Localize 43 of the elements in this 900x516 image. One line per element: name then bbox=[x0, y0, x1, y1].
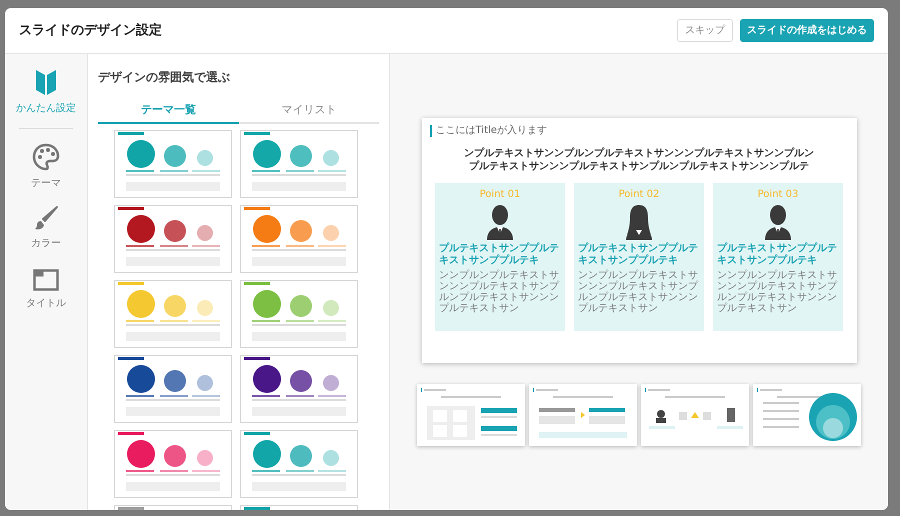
theme-thumbnail[interactable] bbox=[240, 355, 358, 423]
theme-thumbnail[interactable] bbox=[114, 205, 232, 273]
woman-icon bbox=[624, 204, 654, 240]
point-text: ンンプルンプルテキストサンンンプルテキストサンプルンプルテキストサンンンプルテキストサン bbox=[717, 270, 838, 314]
sidebar-item[interactable]: かんたん設定 bbox=[11, 68, 81, 116]
slide-headline: プルテキストサンンンプルテキストサンプルンプルテキストサンンンプルテ bbox=[469, 160, 809, 173]
slide-headline: ンプルテキストサンンプルンプルテキストサンンンプルテキストサンンプルン bbox=[464, 147, 814, 160]
man-icon bbox=[485, 204, 515, 240]
theme-thumbnail[interactable] bbox=[114, 280, 232, 348]
slide-thumbnail[interactable] bbox=[417, 384, 525, 446]
point-label: Point 01 bbox=[480, 189, 520, 201]
theme-thumbnail[interactable] bbox=[114, 130, 232, 198]
point-heading: プルテキストサンププルテキストサンププルテキ bbox=[578, 243, 699, 267]
theme-thumbnail[interactable] bbox=[240, 280, 358, 348]
sidebar-item[interactable]: タイトル bbox=[11, 251, 81, 311]
brush-icon bbox=[33, 205, 59, 231]
theme-thumbnail[interactable] bbox=[240, 205, 358, 273]
theme-thumbnail[interactable] bbox=[240, 130, 358, 198]
point-text: ンンプルンプルテキストサンンンプルテキストサンプルンプルテキストサンンンプルテキストサン bbox=[578, 270, 700, 314]
slide-thumbnail[interactable] bbox=[529, 384, 637, 446]
beginner-mark-icon bbox=[35, 68, 57, 96]
point-label: Point 02 bbox=[618, 189, 660, 201]
slide-thumbnail[interactable] bbox=[753, 384, 861, 446]
point-heading: プルテキストサンププルテキストサンププルテキ bbox=[439, 243, 560, 267]
palette-icon bbox=[32, 143, 60, 171]
man-icon bbox=[763, 204, 793, 240]
point-label: Point 03 bbox=[758, 189, 798, 201]
slide-thumbnail[interactable] bbox=[641, 384, 749, 446]
theme-thumbnail[interactable] bbox=[114, 430, 232, 498]
tab[interactable]: マイリスト bbox=[238, 98, 379, 124]
tab[interactable]: テーマ一覧 bbox=[98, 98, 238, 124]
window-icon bbox=[33, 269, 59, 291]
theme-thumbnail[interactable] bbox=[114, 355, 232, 423]
slide-title: ここにはTitleが入ります bbox=[430, 125, 547, 137]
sidebar-item[interactable]: カラー bbox=[11, 191, 81, 251]
start-button[interactable]: スライドの作成をはじめる bbox=[740, 19, 874, 42]
point-heading: プルテキストサンププルテキストサンププルテキ bbox=[717, 243, 838, 267]
sidebar-item[interactable]: テーマ bbox=[11, 131, 81, 191]
section-heading: デザインの雰囲気で選ぶ bbox=[98, 69, 230, 86]
skip-button[interactable]: スキップ bbox=[677, 19, 733, 42]
dialog-title: スライドのデザイン設定 bbox=[19, 22, 162, 40]
point-text: ンンプルンプルテキストサンンンプルテキストサンプルンプルテキストサンンンプルテキストサン bbox=[439, 270, 560, 314]
theme-thumbnail[interactable] bbox=[240, 430, 358, 498]
